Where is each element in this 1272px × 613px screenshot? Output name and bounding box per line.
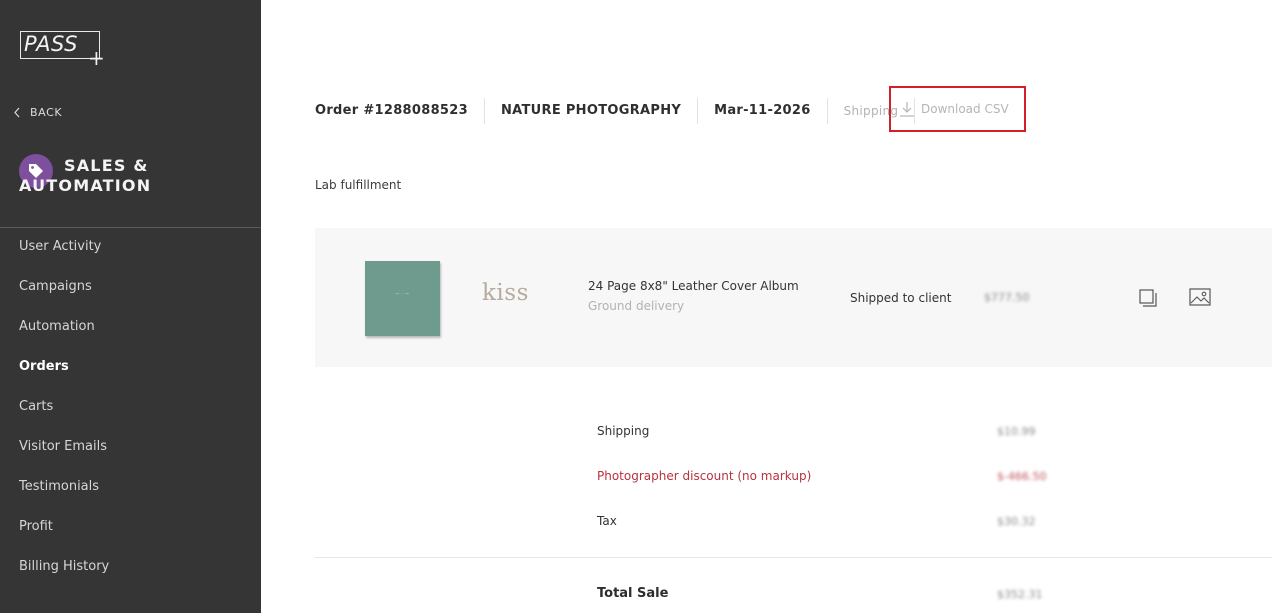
section-title-line2: AUTOMATION [19, 176, 152, 195]
sidebar-item-profit[interactable]: Profit [0, 507, 261, 547]
album-cover-lettering: — · — [395, 291, 410, 296]
back-label: BACK [30, 106, 63, 119]
chevron-left-icon [14, 107, 20, 118]
download-csv-button[interactable]: Download CSV [889, 86, 1026, 132]
summary-discount-value: $-466.50 [997, 470, 1047, 483]
summary-discount-label: Photographer discount (no markup) [597, 469, 812, 483]
sidebar-item-carts[interactable]: Carts [0, 387, 261, 427]
total-sale-label: Total Sale [597, 586, 669, 601]
download-icon [900, 102, 914, 117]
album-thumbnail[interactable]: — · — [365, 261, 440, 336]
total-divider [315, 557, 1272, 558]
order-number: Order #1288088523 [315, 98, 485, 124]
fulfillment-label: Lab fulfillment [315, 178, 402, 192]
sidebar-item-billing-history[interactable]: Billing History [0, 547, 261, 587]
gallery-name: NATURE PHOTOGRAPHY [485, 98, 699, 124]
download-csv-label: Download CSV [921, 102, 1009, 116]
delivery-method: Ground delivery [588, 299, 685, 313]
sidebar-item-user-activity[interactable]: User Activity [0, 227, 261, 267]
sidebar-item-orders[interactable]: Orders [0, 347, 261, 387]
pass-logo[interactable]: PASS + [20, 31, 106, 70]
summary-shipping-value: $10.99 [997, 425, 1036, 438]
order-header: Order #1288088523 NATURE PHOTOGRAPHY Mar… [315, 96, 916, 126]
copy-icon[interactable] [1138, 288, 1158, 308]
logo-text: PASS [24, 32, 78, 56]
product-name: 24 Page 8x8" Leather Cover Album [588, 279, 799, 293]
section-title-text: SALES & AUTOMATION [19, 156, 249, 196]
summary-tax-value: $30.32 [997, 515, 1036, 528]
image-icon[interactable] [1189, 288, 1211, 306]
section-title: SALES & AUTOMATION [19, 154, 249, 196]
brand-logo: kiss [482, 280, 529, 306]
sidebar-item-testimonials[interactable]: Testimonials [0, 467, 261, 507]
sidebar-nav: User Activity Campaigns Automation Order… [0, 227, 261, 587]
item-price: $777.50 [984, 291, 1030, 304]
main-content: Order #1288088523 NATURE PHOTOGRAPHY Mar… [261, 0, 1272, 613]
section-title-line1: SALES & [64, 156, 149, 175]
order-item-row: — · — kiss 24 Page 8x8" Leather Cover Al… [315, 228, 1272, 367]
sidebar: PASS + BACK SALES & AUTOMATION User Acti… [0, 0, 261, 613]
sidebar-item-visitor-emails[interactable]: Visitor Emails [0, 427, 261, 467]
app-root: PASS + BACK SALES & AUTOMATION User Acti… [0, 0, 1272, 613]
summary-shipping-label: Shipping [597, 424, 650, 438]
summary-tax-label: Tax [597, 514, 617, 528]
sidebar-item-campaigns[interactable]: Campaigns [0, 267, 261, 307]
sidebar-item-automation[interactable]: Automation [0, 307, 261, 347]
logo-plus: + [88, 46, 105, 70]
order-date: Mar-11-2026 [698, 98, 828, 124]
total-sale-value: $352.31 [997, 588, 1043, 601]
back-button[interactable]: BACK [13, 106, 62, 119]
order-status: Shipped to client [850, 291, 952, 305]
